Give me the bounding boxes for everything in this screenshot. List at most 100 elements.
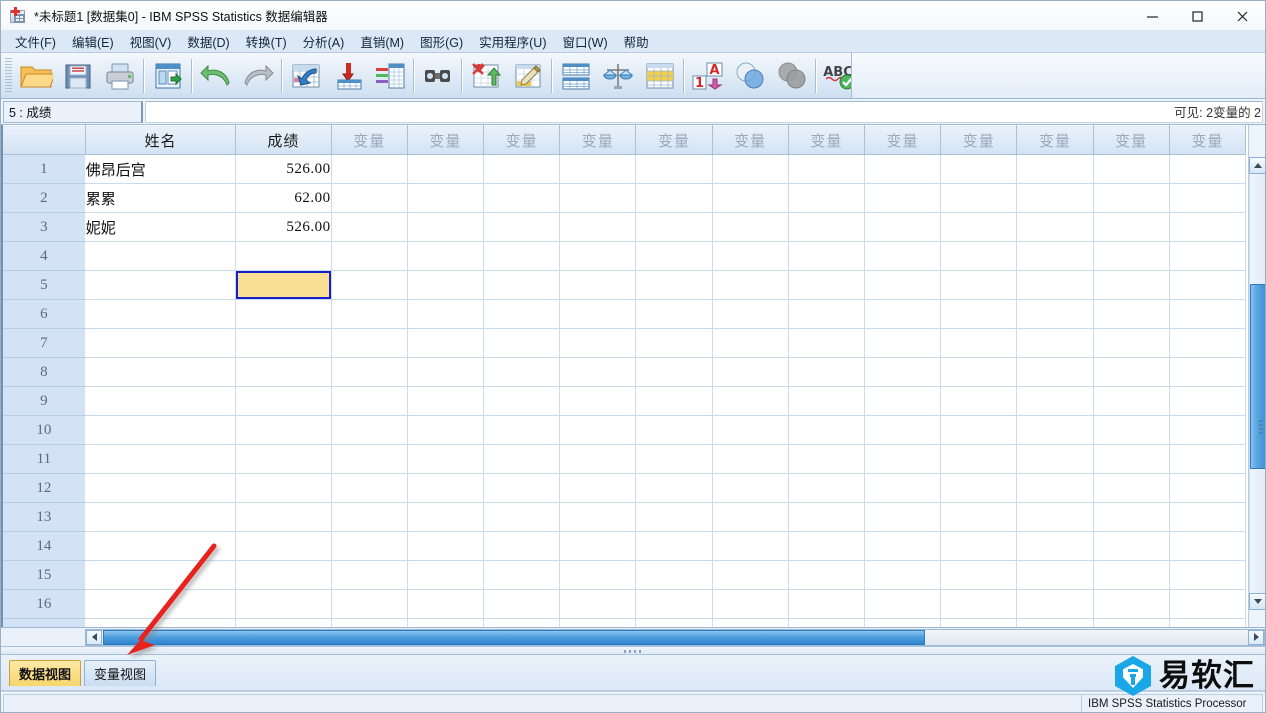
data-cell[interactable]	[1169, 154, 1247, 184]
data-cell[interactable]	[864, 589, 942, 619]
data-cell[interactable]	[235, 531, 332, 561]
column-header-empty-12[interactable]: 变量	[1168, 125, 1247, 155]
data-cell[interactable]	[331, 531, 408, 561]
column-header-empty-3[interactable]: 变量	[482, 125, 561, 155]
data-cell[interactable]	[235, 328, 332, 358]
data-cell[interactable]	[864, 299, 942, 329]
data-cell[interactable]	[635, 415, 713, 445]
data-cell[interactable]	[235, 415, 332, 445]
data-cell[interactable]	[235, 589, 332, 619]
data-cell[interactable]	[788, 502, 865, 532]
column-header-empty-9[interactable]: 变量	[940, 125, 1018, 155]
data-cell[interactable]	[407, 270, 485, 300]
data-cell[interactable]	[85, 328, 237, 358]
data-cell[interactable]	[635, 618, 713, 627]
data-cell[interactable]	[85, 357, 237, 387]
data-cell[interactable]	[635, 502, 713, 532]
cell-value-input[interactable]	[145, 100, 1263, 123]
data-cell[interactable]	[407, 212, 485, 242]
data-cell[interactable]	[788, 386, 865, 416]
data-cell[interactable]	[1016, 502, 1094, 532]
data-cell[interactable]	[483, 444, 561, 474]
data-cell[interactable]	[331, 560, 408, 590]
data-cell[interactable]	[712, 241, 789, 271]
data-cell[interactable]	[712, 154, 789, 184]
data-cell[interactable]	[864, 415, 942, 445]
row-header[interactable]: 15	[1, 560, 86, 590]
goto-case-button[interactable]	[285, 56, 327, 96]
vertical-scroll-track[interactable]	[1249, 174, 1265, 593]
horizontal-scrollbar[interactable]	[85, 628, 1265, 646]
data-cell[interactable]	[1016, 299, 1094, 329]
data-cell[interactable]	[635, 357, 713, 387]
data-cell[interactable]	[788, 212, 865, 242]
data-cell[interactable]	[1016, 415, 1094, 445]
data-cell[interactable]	[483, 299, 561, 329]
data-cell[interactable]	[1169, 618, 1247, 627]
data-cell[interactable]	[635, 299, 713, 329]
data-cell[interactable]	[559, 415, 637, 445]
data-cell[interactable]	[1016, 241, 1094, 271]
data-cell[interactable]	[483, 357, 561, 387]
scroll-down-button[interactable]	[1249, 593, 1265, 610]
data-cell[interactable]	[712, 444, 789, 474]
data-cell[interactable]	[1016, 183, 1094, 213]
data-cell[interactable]	[940, 415, 1018, 445]
show-all-variables-button[interactable]	[771, 56, 813, 96]
data-cell[interactable]	[635, 386, 713, 416]
data-cell[interactable]	[1093, 415, 1170, 445]
column-header-empty-4[interactable]: 变量	[559, 125, 637, 155]
data-cell[interactable]	[635, 241, 713, 271]
data-cell[interactable]	[483, 560, 561, 590]
data-cell[interactable]	[331, 154, 408, 184]
data-cell[interactable]	[331, 473, 408, 503]
data-cell[interactable]	[712, 589, 789, 619]
data-cell[interactable]	[1169, 415, 1247, 445]
data-cell[interactable]	[407, 444, 485, 474]
data-cell[interactable]	[331, 502, 408, 532]
data-cell[interactable]	[1169, 212, 1247, 242]
data-cell[interactable]	[331, 444, 408, 474]
menu-analyze[interactable]: 分析(A)	[295, 30, 353, 53]
data-cell[interactable]	[1169, 183, 1247, 213]
data-cell[interactable]: 佛昂后宫	[85, 154, 237, 184]
data-cell[interactable]	[559, 473, 637, 503]
tab-data-view[interactable]: 数据视图	[9, 659, 82, 686]
data-cell[interactable]	[940, 531, 1018, 561]
data-cell[interactable]	[864, 473, 942, 503]
data-cell[interactable]	[1093, 473, 1170, 503]
data-cell[interactable]	[407, 589, 485, 619]
data-cell[interactable]	[483, 531, 561, 561]
data-cell[interactable]	[85, 618, 237, 627]
data-cell[interactable]	[864, 531, 942, 561]
data-cell[interactable]	[864, 560, 942, 590]
data-cell[interactable]	[1016, 531, 1094, 561]
data-cell[interactable]	[559, 328, 637, 358]
data-cell[interactable]	[85, 531, 237, 561]
data-cell[interactable]	[1093, 531, 1170, 561]
column-header-empty-6[interactable]: 变量	[711, 125, 789, 155]
data-cell[interactable]	[559, 154, 637, 184]
data-cell[interactable]	[788, 328, 865, 358]
data-cell[interactable]	[407, 502, 485, 532]
data-cell[interactable]	[331, 415, 408, 445]
data-cell[interactable]	[235, 357, 332, 387]
data-cell[interactable]	[235, 473, 332, 503]
grid-corner[interactable]	[1, 125, 86, 155]
data-cell[interactable]	[1016, 444, 1094, 474]
menu-edit[interactable]: 编辑(E)	[64, 30, 122, 53]
data-cell[interactable]	[864, 154, 942, 184]
data-cell[interactable]	[1093, 328, 1170, 358]
data-cell[interactable]	[483, 589, 561, 619]
print-button[interactable]	[99, 56, 141, 96]
data-cell[interactable]	[788, 473, 865, 503]
recall-dialogs-button[interactable]	[147, 56, 189, 96]
menu-view[interactable]: 视图(V)	[122, 30, 180, 53]
data-cell[interactable]	[864, 618, 942, 627]
data-cell[interactable]	[635, 183, 713, 213]
data-cell[interactable]	[559, 386, 637, 416]
data-cell[interactable]	[559, 618, 637, 627]
data-cell[interactable]	[712, 183, 789, 213]
data-cell[interactable]	[235, 502, 332, 532]
data-cell[interactable]	[1093, 444, 1170, 474]
